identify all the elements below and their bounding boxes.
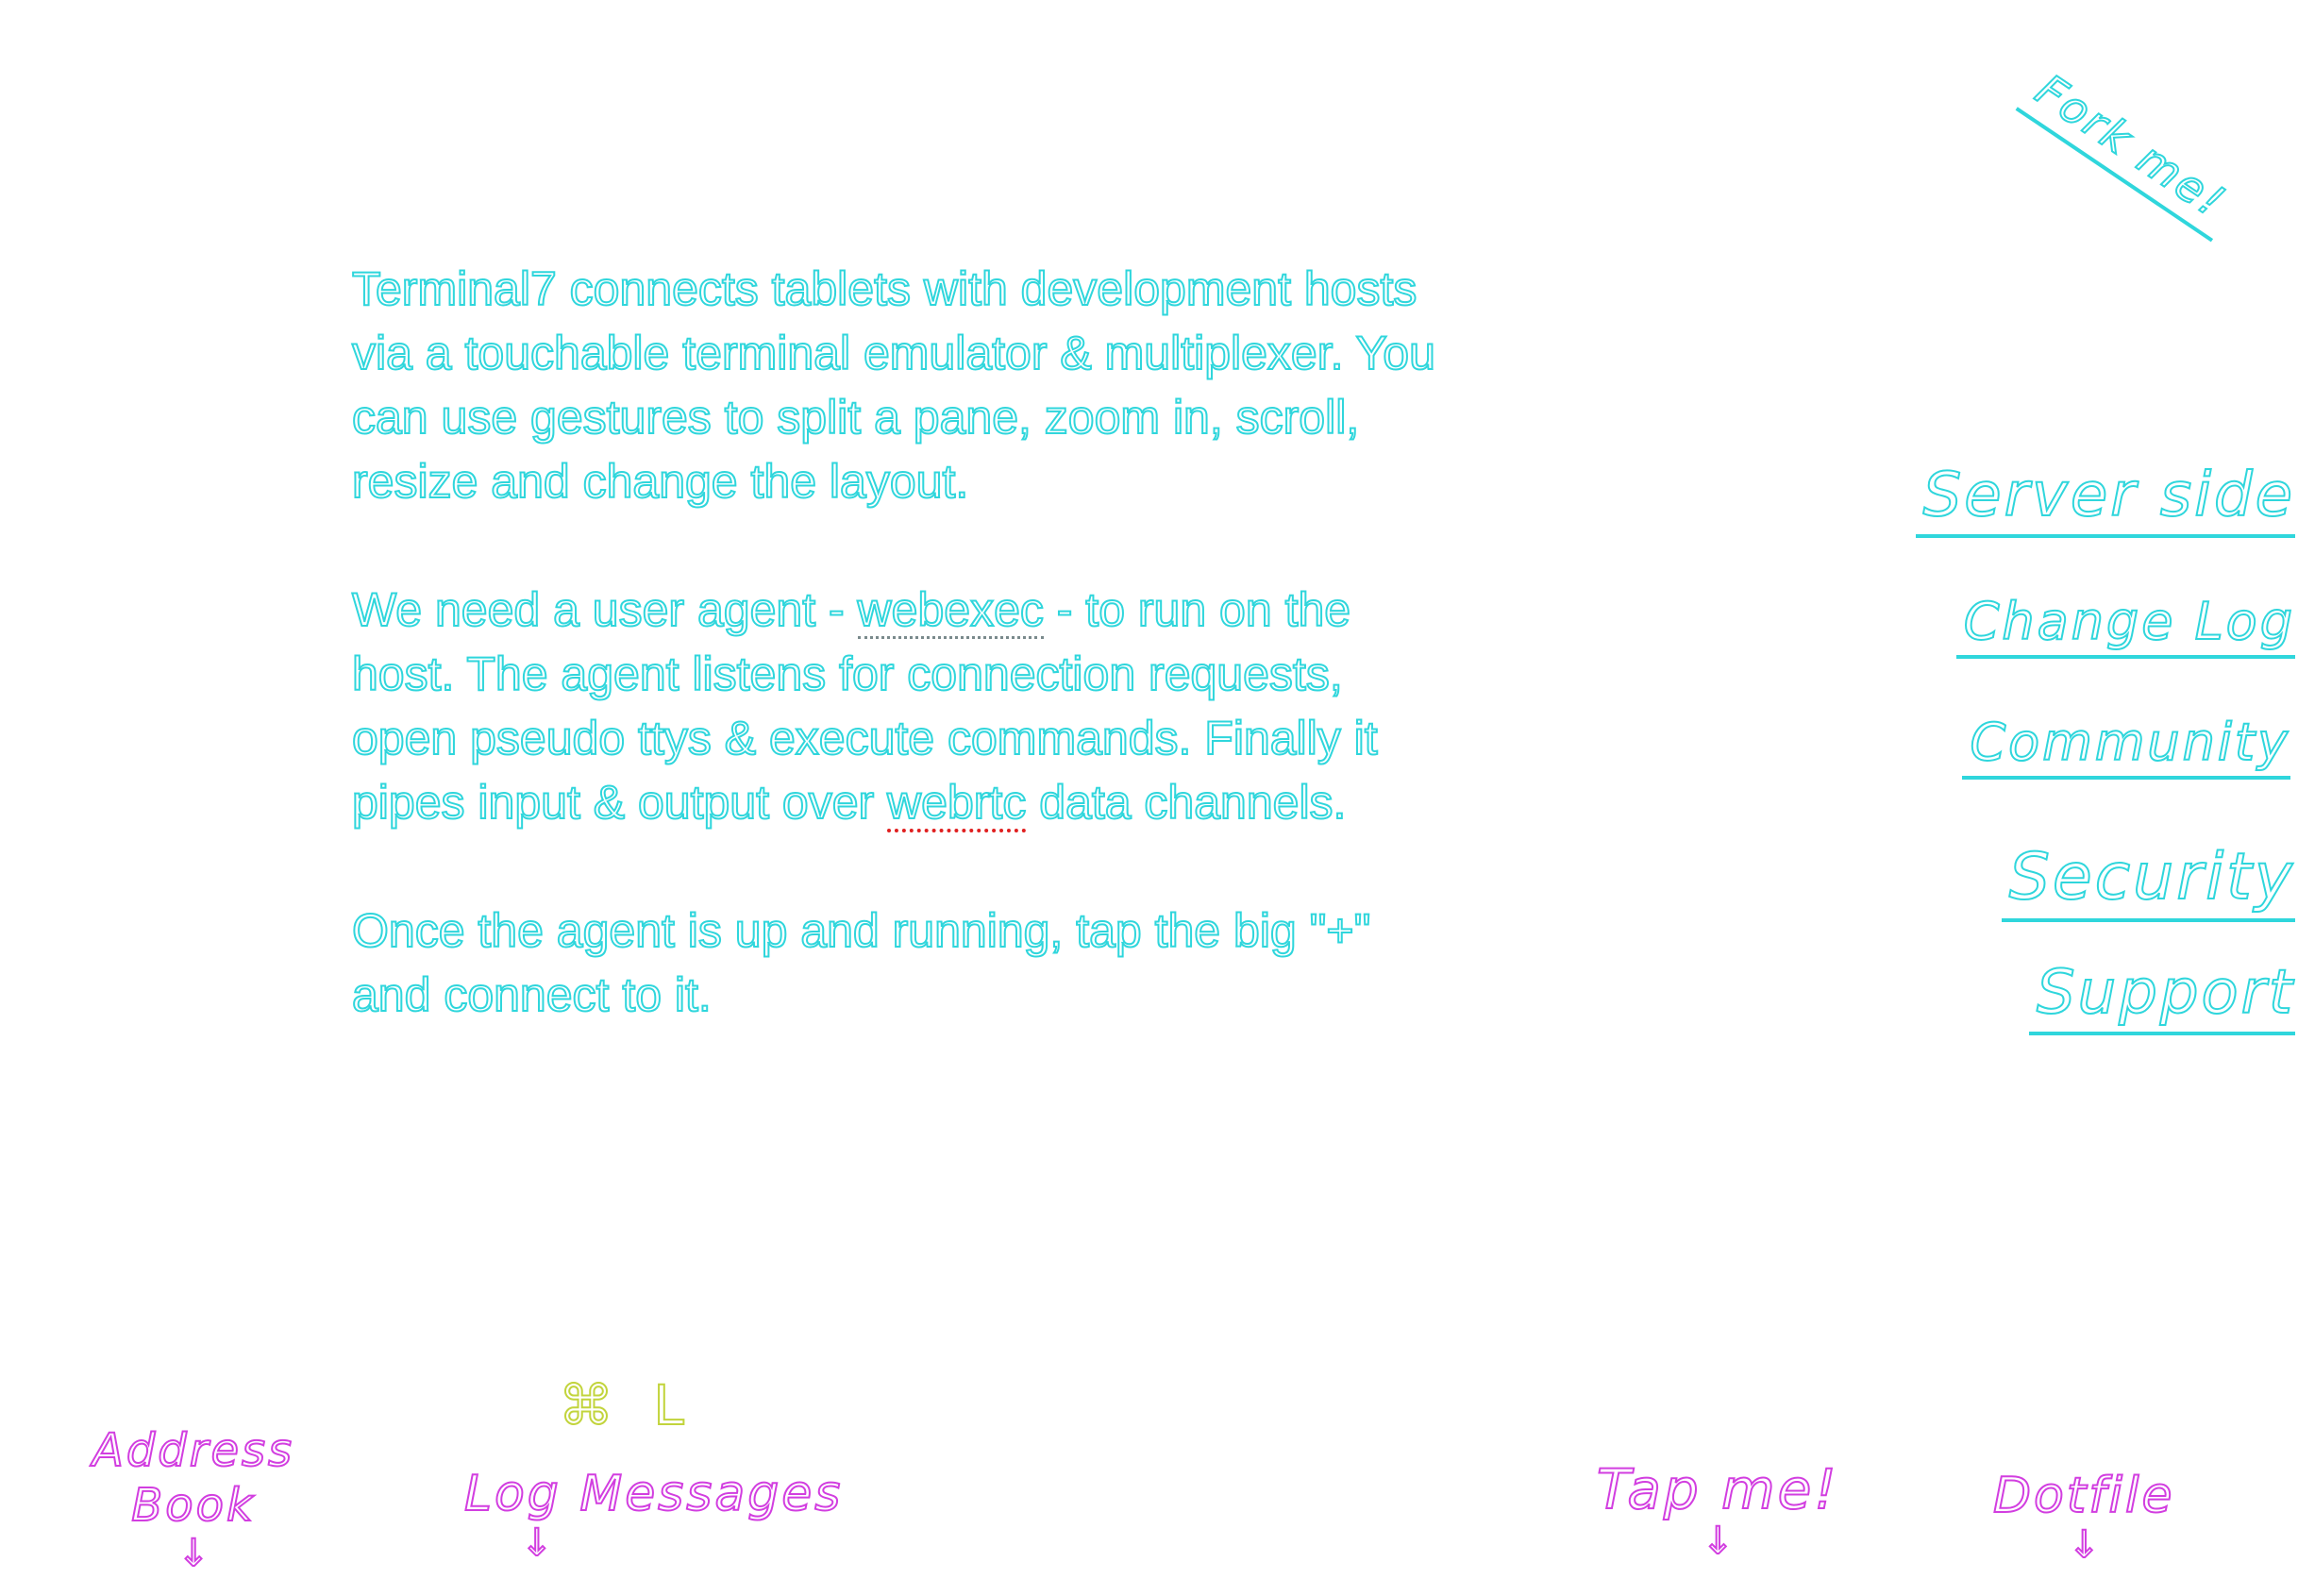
intro-paragraph-1: Terminal7 connects tablets with developm…: [351, 261, 1436, 509]
nav-security-label: Security: [2008, 839, 2295, 916]
log-shortcut-hint: ⌘ L: [558, 1372, 696, 1438]
nav-server-side-link[interactable]: Server side: [1915, 460, 2295, 538]
down-arrow-icon: ↓: [520, 1521, 554, 1565]
down-arrow-icon: ↓: [176, 1532, 210, 1575]
nav-community-label: Community: [1969, 712, 2290, 773]
nav-underline: [1915, 534, 2295, 538]
nav-support-label: Support: [2036, 957, 2295, 1029]
nav-support-link[interactable]: Support: [2029, 957, 2295, 1035]
nav-community-link[interactable]: Community: [1962, 712, 2290, 780]
intro-p2-before: We need a user agent -: [351, 582, 858, 637]
nav-underline: [2029, 1032, 2295, 1035]
log-messages-hint-label: Log Messages: [463, 1465, 844, 1523]
dotfile-hint: Dotfile ↓: [1992, 1467, 2175, 1567]
intro-paragraph-3: Once the agent is up and running, tap th…: [351, 903, 1371, 1022]
webrtc-link[interactable]: webrtc: [886, 775, 1027, 832]
down-arrow-icon: ↓: [1702, 1520, 1736, 1563]
address-book-hint: Address Book ↓: [92, 1423, 295, 1575]
log-messages-hint: Log Messages ↓: [463, 1465, 844, 1565]
fork-me-link[interactable]: Fork me!: [2015, 63, 2237, 243]
tap-me-hint-label: Tap me!: [1596, 1457, 1839, 1521]
down-arrow-icon: ↓: [2067, 1523, 2101, 1567]
intro-text: Terminal7 connects tablets with developm…: [351, 257, 1437, 1027]
dotfile-hint-label: Dotfile: [1992, 1467, 2175, 1525]
fork-me-label: Fork me!: [2026, 63, 2237, 229]
address-book-hint-line2: Book: [130, 1478, 256, 1533]
nav-change-log-link[interactable]: Change Log: [1955, 591, 2295, 659]
nav-underline: [1962, 776, 2290, 780]
nav-security-link[interactable]: Security: [2001, 839, 2295, 922]
nav-server-side-label: Server side: [1922, 460, 2295, 531]
nav-underline: [2001, 918, 2295, 922]
intro-paragraph-2: We need a user agent - webexec - to run …: [351, 578, 1437, 834]
address-book-hint-line1: Address: [92, 1423, 295, 1478]
webexec-link[interactable]: webexec: [857, 582, 1045, 639]
intro-p2-after: data channels.: [1026, 775, 1347, 830]
nav-underline: [1955, 655, 2295, 659]
nav-change-log-label: Change Log: [1963, 591, 2295, 652]
tap-me-hint: Tap me! ↓: [1596, 1457, 1839, 1563]
